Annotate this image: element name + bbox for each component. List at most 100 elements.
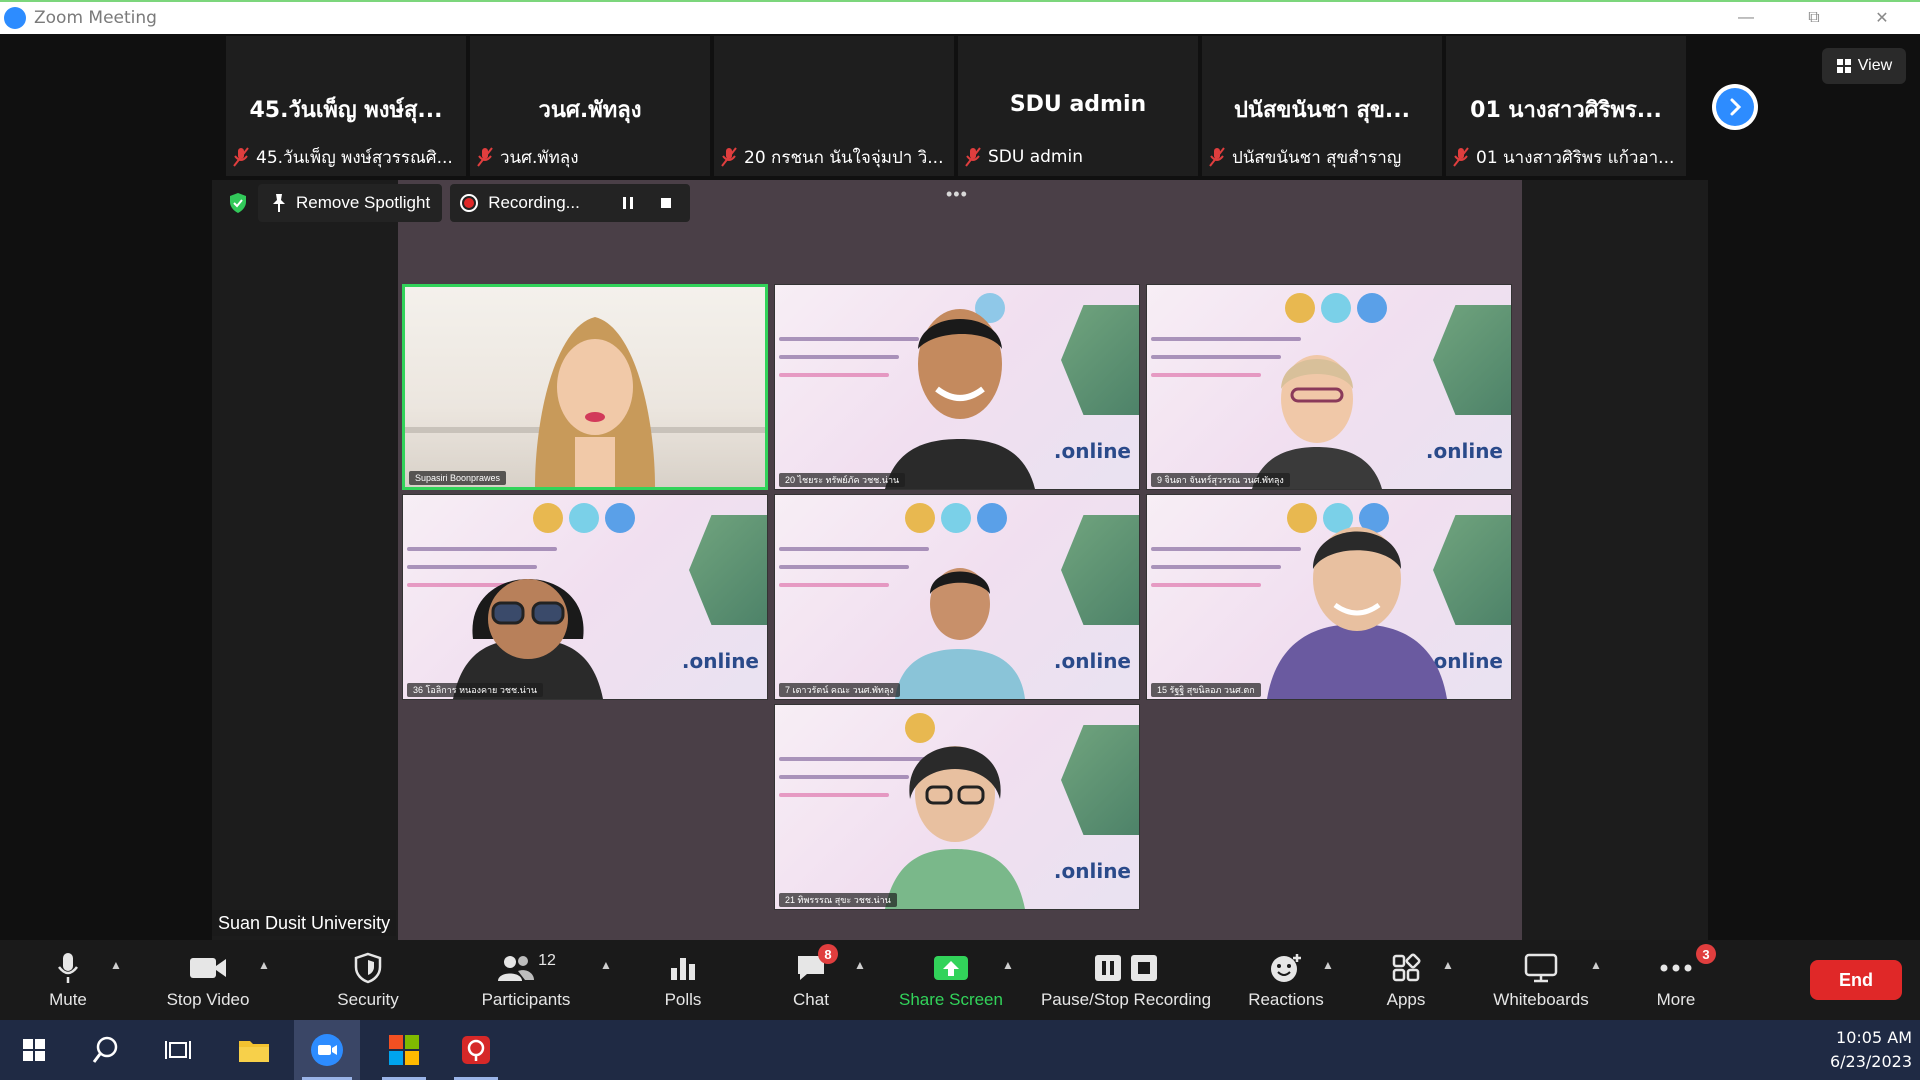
search-icon[interactable] xyxy=(76,1020,136,1080)
participant-video xyxy=(1267,527,1447,699)
more-badge: 3 xyxy=(1696,944,1716,964)
meeting-area: 45.วันเพ็ญ พงษ์สุ... 45.วันเพ็ญ พงษ์สุวร… xyxy=(0,34,1920,940)
video-name-label: 21 ทิพรรรณ สุขะ วชช.น่าน xyxy=(779,893,897,907)
microphone-icon xyxy=(58,953,78,983)
pause-stop-recording-button[interactable]: Pause/Stop Recording xyxy=(1036,940,1216,1020)
remove-spotlight-button[interactable]: Remove Spotlight xyxy=(258,184,443,222)
filmstrip-tile[interactable]: วนศ.พัทลุง วนศ.พัทลุง xyxy=(470,36,710,176)
reactions-button[interactable]: Reactions xyxy=(1246,940,1326,1020)
video-tile[interactable]: .online 15 รัฐฐิ สุขนิลอภ วนศ.ตก xyxy=(1146,494,1512,700)
shield-icon xyxy=(354,952,382,984)
participant-video xyxy=(535,317,655,487)
participant-label: วนศ.พัทลุง xyxy=(476,144,710,170)
windows-start-icon[interactable] xyxy=(4,1020,64,1080)
encryption-shield-icon xyxy=(230,193,246,213)
filmstrip-tile[interactable]: 45.วันเพ็ญ พงษ์สุ... 45.วันเพ็ญ พงษ์สุวร… xyxy=(226,36,466,176)
filmstrip-tile[interactable]: ปนัสขนันชา สุข... ปนัสขนันชา สุขสำราญ xyxy=(1202,36,1442,176)
participant-label: 01 นางสาวศิริพร แก้วอา... xyxy=(1452,144,1686,170)
mic-muted-icon xyxy=(965,147,981,167)
mute-label: Mute xyxy=(49,990,87,1009)
video-name-label: 7 เดาวรัตน์ คณะ วนศ.พัทลุง xyxy=(779,683,900,697)
filmstrip-tile[interactable]: 20 กรชนก นันใจจุ่มปา วิ... xyxy=(714,36,954,176)
video-tile[interactable]: .online 9 จินดา จันทร์สุวรรณ วนศ.พัทลุง xyxy=(1146,284,1512,490)
meeting-toolbar: Mute ▲ Stop Video ▲ Security 12 Particip… xyxy=(0,940,1920,1020)
share-screen-icon xyxy=(934,956,968,980)
participant-label: 20 กรชนก นันใจจุ่มปา วิ... xyxy=(720,144,954,170)
participant-label: SDU admin xyxy=(964,144,1198,170)
video-name-label: 36 โอลิการ หนองคาย วชช.น่าน xyxy=(407,683,543,697)
chat-options-caret-icon[interactable]: ▲ xyxy=(854,958,866,972)
share-options-caret-icon[interactable]: ▲ xyxy=(1002,958,1014,972)
video-tile[interactable]: .online 7 เดาวรัตน์ คณะ วนศ.พัทลุง xyxy=(774,494,1140,700)
apps-label: Apps xyxy=(1386,990,1426,1009)
reactions-label: Reactions xyxy=(1248,990,1324,1009)
store-app-icon[interactable] xyxy=(374,1020,434,1080)
end-meeting-button[interactable]: End xyxy=(1810,960,1902,1000)
video-name-label: Supasiri Boonprawes xyxy=(409,471,507,485)
reactions-emoji-icon xyxy=(1271,954,1301,982)
video-tile[interactable]: .online 20 ไชยระ ทรัพย์ภัค วชช.น่าน xyxy=(774,284,1140,490)
clock-time: 10:05 AM xyxy=(1836,1028,1912,1047)
windows-taskbar: 10:05 AM 6/23/2023 xyxy=(0,1020,1920,1080)
restore-button[interactable]: ⧉ xyxy=(1780,2,1848,34)
view-button[interactable]: View xyxy=(1822,48,1906,84)
recording-icon xyxy=(460,194,479,212)
slide-brand-text: .online xyxy=(1053,859,1131,883)
share-screen-button[interactable]: Share Screen xyxy=(896,940,1006,1020)
participant-video xyxy=(895,568,1025,699)
stop-video-label: Stop Video xyxy=(166,990,250,1009)
video-tile[interactable]: Supasiri Boonprawes xyxy=(402,284,768,490)
file-explorer-icon[interactable] xyxy=(224,1020,284,1080)
slide-brand-text: .online xyxy=(1053,439,1131,463)
stop-icon xyxy=(660,198,671,208)
video-tile[interactable]: .online 21 ทิพรรรณ สุขะ วชช.น่าน xyxy=(774,704,1140,910)
participant-name: 01 นางสาวศิริพร... xyxy=(1470,98,1662,123)
video-tile[interactable]: .online 36 โอลิการ หนองคาย วชช.น่าน xyxy=(402,494,768,700)
polls-button[interactable]: Polls xyxy=(653,940,713,1020)
mute-button[interactable]: Mute xyxy=(38,940,98,1020)
participant-label: ปนัสขนันชา สุขสำราญ xyxy=(1208,144,1442,170)
whiteboards-button[interactable]: Whiteboards xyxy=(1486,940,1596,1020)
participant-label-text: 45.วันเพ็ญ พงษ์สุวรรณศิ... xyxy=(256,147,453,168)
participants-button[interactable]: 12 Participants xyxy=(476,940,576,1020)
chat-label: Chat xyxy=(793,990,829,1009)
system-clock[interactable]: 10:05 AM 6/23/2023 xyxy=(1830,1026,1912,1074)
participant-name: 45.วันเพ็ญ พงษ์สุ... xyxy=(249,98,443,123)
participants-options-caret-icon[interactable]: ▲ xyxy=(600,958,612,972)
filmstrip-tile[interactable]: 01 นางสาวศิริพร... 01 นางสาวศิริพร แก้วอ… xyxy=(1446,36,1686,176)
filmstrip: 45.วันเพ็ญ พงษ์สุ... 45.วันเพ็ญ พงษ์สุวร… xyxy=(226,36,1690,176)
reactions-options-caret-icon[interactable]: ▲ xyxy=(1322,958,1334,972)
security-button[interactable]: Security xyxy=(328,940,408,1020)
pin-icon xyxy=(273,194,285,212)
whiteboard-icon xyxy=(1524,953,1558,983)
close-button[interactable]: ✕ xyxy=(1848,2,1916,34)
apps-button[interactable]: Apps xyxy=(1376,940,1436,1020)
pause-stop-recording-label: Pause/Stop Recording xyxy=(1040,990,1212,1009)
more-label: More xyxy=(1656,990,1696,1009)
next-page-button[interactable] xyxy=(1712,84,1758,130)
stop-recording-button[interactable] xyxy=(652,189,680,217)
recorder-app-icon[interactable] xyxy=(446,1020,506,1080)
view-label: View xyxy=(1857,57,1893,74)
video-options-caret-icon[interactable]: ▲ xyxy=(258,958,270,972)
video-name-label: 20 ไชยระ ทรัพย์ภัค วชช.น่าน xyxy=(779,473,906,487)
video-name-label: 15 รัฐฐิ สุขนิลอภ วนศ.ตก xyxy=(1151,683,1261,697)
whiteboards-options-caret-icon[interactable]: ▲ xyxy=(1590,958,1602,972)
organization-label: Suan Dusit University xyxy=(212,910,397,936)
task-view-icon[interactable] xyxy=(148,1020,208,1080)
mute-options-caret-icon[interactable]: ▲ xyxy=(110,958,122,972)
mic-muted-icon xyxy=(233,147,249,167)
security-label: Security xyxy=(337,990,399,1009)
mic-muted-icon xyxy=(1209,147,1225,167)
more-options-icon[interactable]: ••• xyxy=(946,184,968,205)
clock-date: 6/23/2023 xyxy=(1829,1052,1912,1071)
stop-video-button[interactable]: Stop Video xyxy=(158,940,258,1020)
minimize-button[interactable]: — xyxy=(1712,2,1780,34)
apps-options-caret-icon[interactable]: ▲ xyxy=(1442,958,1454,972)
filmstrip-tile[interactable]: SDU admin SDU admin xyxy=(958,36,1198,176)
window-title: Zoom Meeting xyxy=(34,8,157,28)
pause-recording-button[interactable] xyxy=(614,189,642,217)
zoom-taskbar-icon[interactable] xyxy=(294,1020,360,1080)
participants-count: 12 xyxy=(538,952,556,969)
participant-label-text: 20 กรชนก นันใจจุ่มปา วิ... xyxy=(744,147,944,168)
